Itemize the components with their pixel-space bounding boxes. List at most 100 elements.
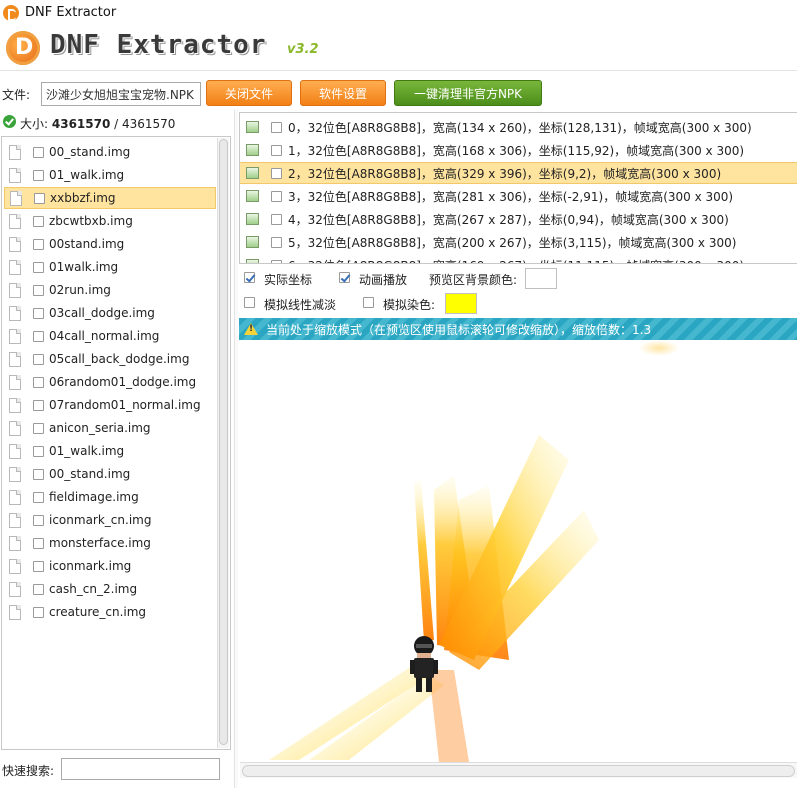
- img-item-checkbox[interactable]: [33, 514, 44, 526]
- linear-fade-checkbox[interactable]: [244, 297, 255, 308]
- img-list-item[interactable]: iconmark_cn.img: [4, 509, 216, 531]
- img-item-checkbox[interactable]: [33, 238, 44, 250]
- document-icon: [9, 167, 21, 183]
- img-item-name: xxbbzf.img: [50, 191, 116, 205]
- search-input[interactable]: [61, 758, 220, 780]
- window-title: DNF Extractor: [25, 5, 117, 20]
- img-list-item[interactable]: 05call_back_dodge.img: [4, 348, 216, 370]
- img-list-item[interactable]: 06random01_dodge.img: [4, 371, 216, 393]
- img-item-checkbox[interactable]: [33, 215, 44, 227]
- tint-checkbox[interactable]: [363, 297, 374, 308]
- document-icon: [9, 443, 21, 459]
- img-list-item[interactable]: fieldimage.img: [4, 486, 216, 508]
- img-item-name: iconmark.img: [49, 559, 132, 573]
- img-item-name: 05call_back_dodge.img: [49, 352, 190, 366]
- img-list-item[interactable]: 00_stand.img: [4, 463, 216, 485]
- frame-list-row[interactable]: 6，32位色[A8R8G8B8]，宽高(169 x 267)，坐标(11,115…: [240, 254, 797, 263]
- frame-list-row[interactable]: 1，32位色[A8R8G8B8]，宽高(168 x 306)，坐标(115,92…: [240, 139, 797, 161]
- frame-row-checkbox[interactable]: [271, 144, 282, 156]
- real-coords-checkbox[interactable]: [244, 272, 255, 283]
- file-path-field[interactable]: 沙滩少女旭旭宝宝宠物.NPK: [41, 82, 201, 106]
- check-circle-icon: [3, 115, 16, 128]
- version-label: v3.2: [287, 42, 319, 57]
- img-item-checkbox[interactable]: [33, 606, 44, 618]
- document-icon: [9, 236, 21, 252]
- img-item-checkbox[interactable]: [33, 491, 44, 503]
- img-item-checkbox[interactable]: [33, 353, 44, 365]
- img-list-item[interactable]: 01_walk.img: [4, 164, 216, 186]
- img-item-checkbox[interactable]: [33, 284, 44, 296]
- img-item-checkbox[interactable]: [33, 537, 44, 549]
- frame-list-row[interactable]: 3，32位色[A8R8G8B8]，宽高(281 x 306)，坐标(-2,91)…: [240, 185, 797, 207]
- img-list-item[interactable]: xxbbzf.img: [4, 187, 216, 209]
- img-list-scrollbar[interactable]: [217, 138, 229, 748]
- frame-row-checkbox[interactable]: [271, 190, 282, 202]
- frame-list-row[interactable]: 2，32位色[A8R8G8B8]，宽高(329 x 396)，坐标(9,2)，帧…: [240, 162, 797, 184]
- animate-checkbox[interactable]: [339, 272, 350, 283]
- img-item-checkbox[interactable]: [33, 583, 44, 595]
- img-list-item[interactable]: 04call_normal.img: [4, 325, 216, 347]
- img-list-item[interactable]: 01_walk.img: [4, 440, 216, 462]
- img-item-checkbox[interactable]: [33, 307, 44, 319]
- img-item-checkbox[interactable]: [34, 192, 45, 204]
- img-list-item[interactable]: cash_cn_2.img: [4, 578, 216, 600]
- img-item-checkbox[interactable]: [33, 376, 44, 388]
- img-item-checkbox[interactable]: [33, 330, 44, 342]
- frame-row-checkbox[interactable]: [271, 213, 282, 225]
- bg-color-label: 预览区背景颜色:: [429, 273, 518, 287]
- light-streak: [429, 670, 469, 762]
- file-toolbar: 文件: 沙滩少女旭旭宝宝宠物.NPK 关闭文件 软件设置 一键清理非官方NPK: [0, 78, 797, 108]
- img-list-item[interactable]: iconmark.img: [4, 555, 216, 577]
- tint-color-swatch[interactable]: [445, 293, 477, 314]
- options-row-2: 模拟线性减淡 模拟染色:: [239, 292, 797, 314]
- frame-list[interactable]: 0，32位色[A8R8G8B8]，宽高(134 x 260)，坐标(128,13…: [239, 112, 797, 264]
- img-item-checkbox[interactable]: [33, 146, 44, 158]
- img-list-item[interactable]: 02run.img: [4, 279, 216, 301]
- img-file-list[interactable]: 00_stand.img 01_walk.img xxbbzf.img zbcwtbx…: [1, 136, 231, 750]
- img-list-item[interactable]: 00stand.img: [4, 233, 216, 255]
- clean-npk-button[interactable]: 一键清理非官方NPK: [394, 80, 542, 106]
- bg-color-swatch[interactable]: [525, 268, 557, 289]
- tint-label: 模拟染色:: [383, 298, 436, 312]
- image-icon: [246, 190, 259, 202]
- settings-button[interactable]: 软件设置: [300, 80, 386, 106]
- img-item-checkbox[interactable]: [33, 169, 44, 181]
- frame-row-text: 0，32位色[A8R8G8B8]，宽高(134 x 260)，坐标(128,13…: [288, 120, 752, 135]
- warning-icon: [244, 323, 258, 335]
- document-icon: [9, 374, 21, 390]
- frame-list-row[interactable]: 5，32位色[A8R8G8B8]，宽高(200 x 267)，坐标(3,115)…: [240, 231, 797, 253]
- img-list-scroll-thumb[interactable]: [219, 139, 228, 745]
- frame-row-checkbox[interactable]: [271, 167, 282, 179]
- preview-hscrollbar[interactable]: [240, 762, 797, 778]
- img-list-item[interactable]: 07random01_normal.img: [4, 394, 216, 416]
- header-divider: [0, 70, 797, 71]
- frame-row-checkbox[interactable]: [271, 236, 282, 248]
- preview-hscroll-thumb[interactable]: [242, 765, 795, 777]
- img-list-item[interactable]: 03call_dodge.img: [4, 302, 216, 324]
- img-list-item[interactable]: monsterface.img: [4, 532, 216, 554]
- preview-canvas[interactable]: [239, 340, 797, 762]
- frame-row-checkbox[interactable]: [271, 259, 282, 263]
- img-item-checkbox[interactable]: [33, 261, 44, 273]
- img-list-item[interactable]: anicon_seria.img: [4, 417, 216, 439]
- frame-list-row[interactable]: 4，32位色[A8R8G8B8]，宽高(267 x 287)，坐标(0,94)，…: [240, 208, 797, 230]
- panel-splitter[interactable]: [234, 110, 238, 788]
- image-icon: [246, 259, 259, 263]
- frame-row-checkbox[interactable]: [271, 121, 282, 133]
- img-item-name: 01_walk.img: [49, 168, 125, 182]
- img-item-checkbox[interactable]: [33, 468, 44, 480]
- img-list-item[interactable]: 00_stand.img: [4, 141, 216, 163]
- img-list-item[interactable]: zbcwtbxb.img: [4, 210, 216, 232]
- img-list-item[interactable]: creature_cn.img: [4, 601, 216, 623]
- img-list-item[interactable]: 01walk.img: [4, 256, 216, 278]
- frame-list-row[interactable]: 0，32位色[A8R8G8B8]，宽高(134 x 260)，坐标(128,13…: [240, 116, 797, 138]
- close-file-button[interactable]: 关闭文件: [206, 80, 292, 106]
- img-item-checkbox[interactable]: [33, 560, 44, 572]
- img-item-checkbox[interactable]: [33, 399, 44, 411]
- image-icon: [246, 121, 259, 133]
- img-item-checkbox[interactable]: [33, 422, 44, 434]
- app-header: D DNF Extractor v3.2: [0, 25, 797, 73]
- size-info: 大小: 4361570 / 4361570: [0, 113, 235, 133]
- img-item-checkbox[interactable]: [33, 445, 44, 457]
- frame-row-text: 1，32位色[A8R8G8B8]，宽高(168 x 306)，坐标(115,92…: [288, 143, 745, 158]
